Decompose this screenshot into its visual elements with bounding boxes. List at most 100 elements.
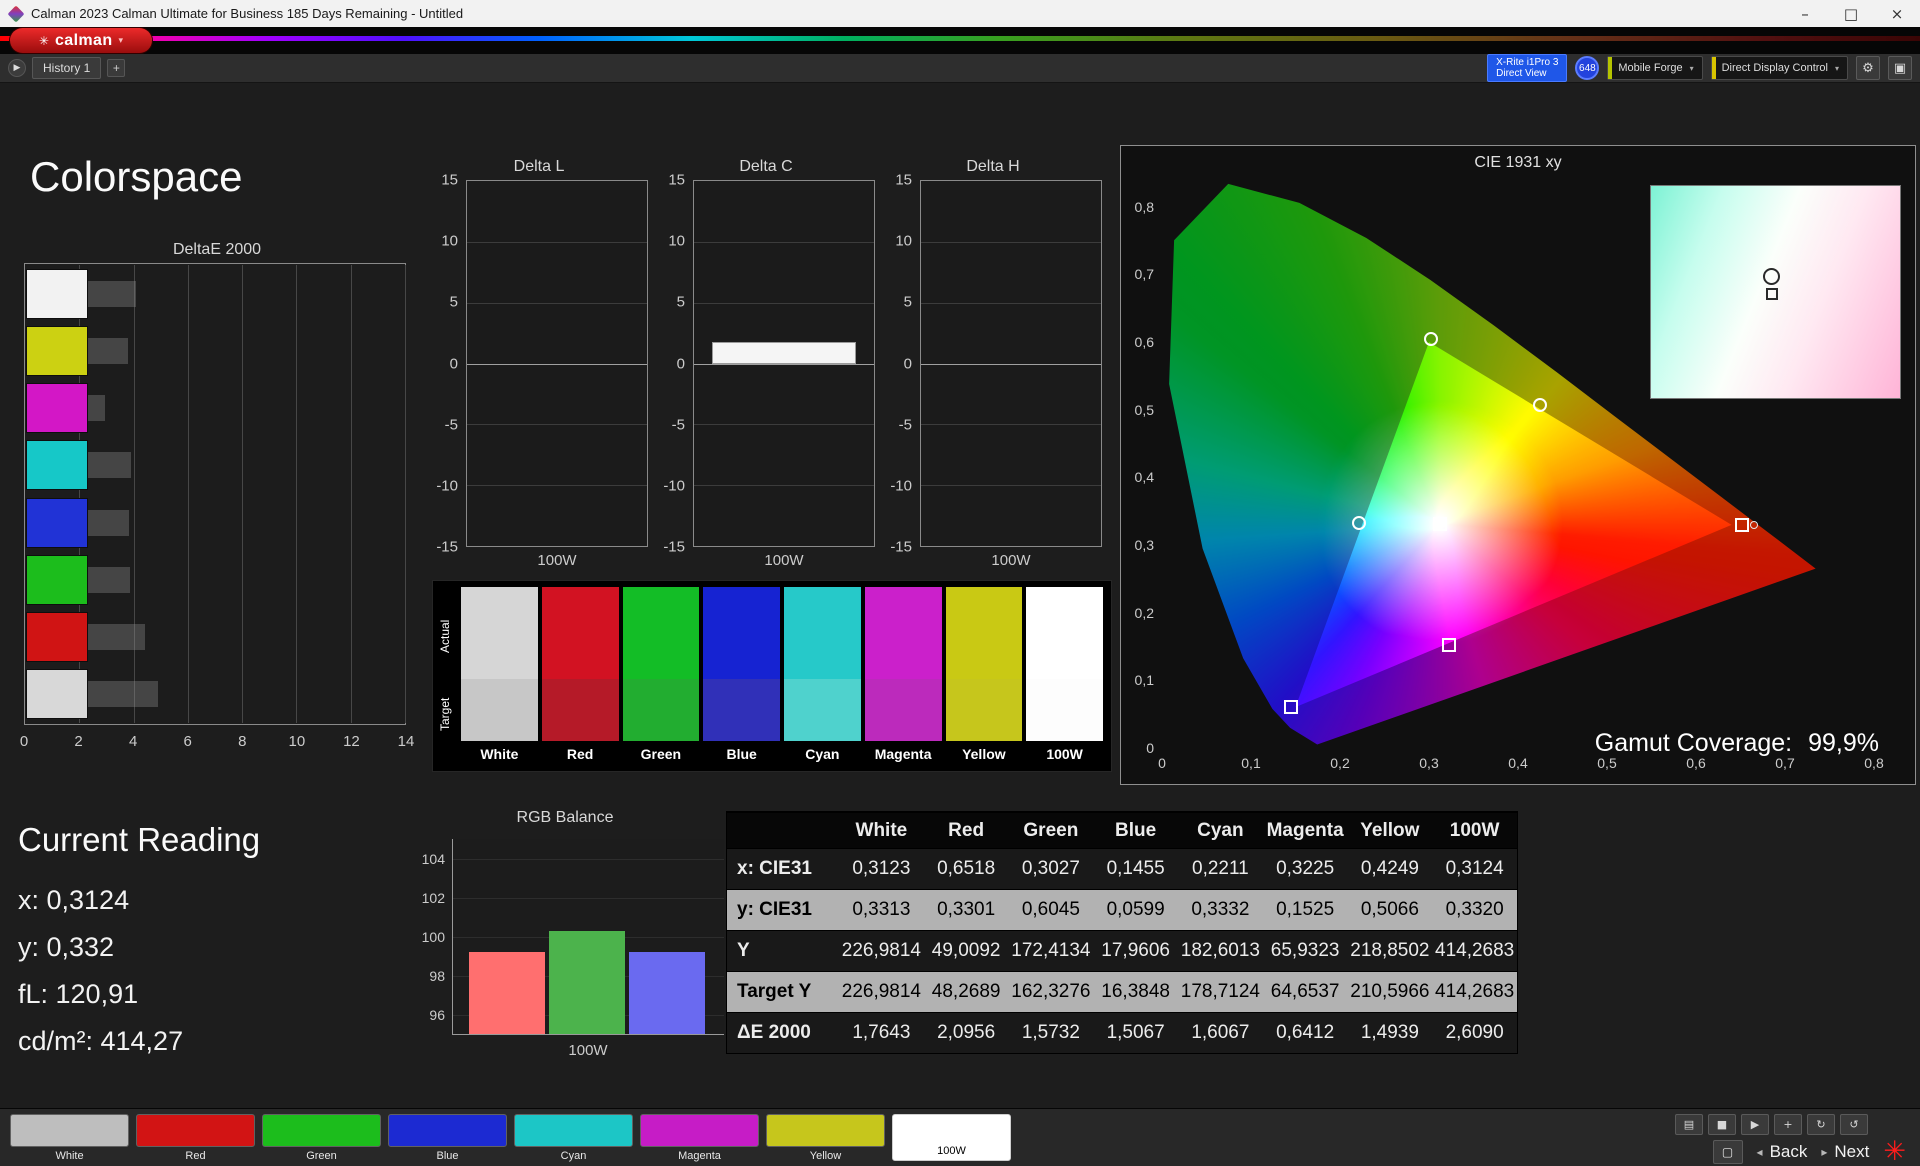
add-tab-button[interactable]: +: [107, 59, 126, 77]
deltae-bar: [88, 337, 129, 364]
axis-tick-label: 6: [183, 733, 192, 750]
meter-count-badge[interactable]: 648: [1575, 56, 1600, 80]
patch-label: Magenta: [874, 746, 932, 762]
patch-target-white: [461, 679, 538, 741]
axis-label: 100W: [991, 552, 1031, 569]
chevron-down-icon: ▾: [1834, 63, 1839, 73]
deltae-swatch-100w: [26, 669, 88, 720]
rgb-balance-chart: RGB Balance 104 102 100 98 96 100W: [400, 809, 730, 1071]
display-dropdown-label: Direct Display Control: [1721, 62, 1828, 74]
patch-button-red[interactable]: Red: [136, 1114, 255, 1162]
gamut-coverage-value: 99,9%: [1808, 729, 1879, 757]
table-cell: 0,5066: [1360, 899, 1419, 920]
patch-button-magenta[interactable]: Magenta: [640, 1114, 759, 1162]
table-row: y: CIE31 0,3313 0,3301 0,6045 0,0599 0,3332 0,…: [727, 889, 1517, 930]
patch-button-cyan[interactable]: Cyan: [514, 1114, 633, 1162]
chart-title: Delta C: [739, 158, 793, 175]
patch-button-yellow[interactable]: Yellow: [766, 1114, 885, 1162]
patch-actual-100w: [1026, 587, 1103, 679]
gamut-coverage-label: Gamut Coverage:: [1594, 729, 1793, 757]
next-button[interactable]: ▸ Next: [1821, 1142, 1869, 1162]
gridline: [694, 363, 874, 365]
patch-actual-red: [541, 587, 619, 679]
patch-button-label: Blue: [436, 1150, 459, 1162]
table-cell: 226,9814: [841, 981, 921, 1002]
pattern-window-button[interactable]: ▢: [1712, 1139, 1743, 1164]
patch-column-magenta: Magenta: [864, 587, 942, 769]
axis-tick-label: 0,4: [1134, 469, 1154, 486]
table-header-green: Green: [1023, 819, 1079, 841]
stop-icon[interactable]: ■: [1708, 1114, 1736, 1135]
table-row: x: CIE31 0,3123 0,6518 0,3027 0,1455 0,2211 0,…: [727, 848, 1517, 889]
deltae-row-yellow: [26, 322, 404, 379]
play-icon[interactable]: ▶: [1741, 1114, 1769, 1135]
gridline: [467, 241, 647, 243]
patch-column-green: Green: [622, 587, 700, 769]
axis-tick-label: -10: [663, 477, 685, 495]
axis-tick-label: 10: [895, 232, 912, 250]
tab-history-1[interactable]: History 1: [32, 57, 102, 79]
table-cell: 1,6067: [1191, 1022, 1250, 1043]
axis-tick-label: 0: [1146, 740, 1154, 756]
deltae-bar: [88, 681, 159, 708]
close-button[interactable]: ×: [1874, 0, 1920, 27]
patch-target-cyan: [784, 679, 861, 741]
table-cell: 162,3276: [1011, 981, 1091, 1002]
row-label: Target Y: [737, 981, 812, 1002]
history-expand-button[interactable]: ▶: [8, 59, 26, 77]
gridline: [921, 302, 1101, 304]
patch-button-100w[interactable]: 100W: [892, 1114, 1011, 1162]
patch-column-100w: 100W: [1026, 587, 1103, 769]
table-cell: 172,4134: [1011, 940, 1091, 961]
chart-title: Delta H: [966, 158, 1020, 175]
patch-button-green[interactable]: Green: [262, 1114, 381, 1162]
pin-icon[interactable]: +: [1774, 1114, 1802, 1135]
meter-button[interactable]: X-Rite i1Pro 3 Direct View: [1487, 54, 1568, 82]
maximize-button[interactable]: □: [1828, 0, 1874, 27]
back-button[interactable]: ◂ Back: [1757, 1142, 1808, 1162]
delta-yticks: 15 10 5 0 -5 -10 -15: [655, 172, 687, 556]
axis-tick-label: -15: [663, 538, 685, 556]
axis-tick-label: 0,2: [1134, 604, 1154, 621]
axis-tick-label: 10: [288, 733, 306, 750]
table-cell: 1,5067: [1106, 1022, 1165, 1043]
deltae-swatch-blue: [26, 497, 88, 548]
table-cell: 65,9323: [1270, 940, 1340, 961]
display-control-button[interactable]: ▣: [1888, 56, 1912, 80]
axis-label: 100W: [568, 1042, 608, 1059]
table-cell: 0,6518: [937, 858, 996, 879]
axis-tick-label: 0,7: [1134, 266, 1154, 283]
patch-button-blue[interactable]: Blue: [388, 1114, 507, 1162]
calman-app-window: Calman 2023 Calman Ultimate for Business…: [0, 0, 1920, 1166]
calman-logo-button[interactable]: ✳ calman ▾: [10, 28, 152, 53]
table-header-cyan: Cyan: [1197, 819, 1244, 841]
gridline: [467, 424, 647, 426]
patch-label: Cyan: [805, 746, 840, 762]
table-header-blue: Blue: [1115, 819, 1157, 841]
meter-name: X-Rite i1Pro 3: [1496, 57, 1559, 68]
table-cell: 16,3848: [1101, 981, 1170, 1002]
row-label: x: CIE31: [737, 858, 812, 879]
display-capture-icon[interactable]: ▤: [1675, 1114, 1703, 1135]
table-cell: 0,3313: [852, 899, 911, 920]
table-cell: 0,3320: [1445, 899, 1504, 920]
axis-tick-label: 0: [449, 355, 458, 372]
bottom-bar: White Red Green Blue Cyan Magenta Yellow 100W ▤…: [0, 1108, 1920, 1166]
display-dropdown[interactable]: Direct Display Control ▾: [1710, 56, 1848, 80]
source-dropdown[interactable]: Mobile Forge ▾: [1607, 56, 1703, 80]
meter-mode: Direct View: [1496, 68, 1547, 79]
settings-gear-button[interactable]: ⚙: [1856, 56, 1880, 80]
redo-icon[interactable]: ↻: [1807, 1114, 1835, 1135]
patch-actual-cyan: [784, 587, 861, 679]
table-cell: 0,3123: [852, 858, 911, 879]
deltae-row-magenta: [26, 380, 404, 437]
patch-button-white[interactable]: White: [10, 1114, 129, 1162]
tool-buttons-row: ▤ ■ ▶ + ↻ ↺: [1675, 1114, 1868, 1135]
undo-icon[interactable]: ↺: [1840, 1114, 1868, 1135]
autocal-asterisk-button[interactable]: ✳: [1883, 1138, 1906, 1165]
gamut-coverage: Gamut Coverage: 99,9%: [1595, 729, 1879, 758]
axis-tick-label: 0: [676, 355, 685, 372]
axis-tick-label: 0: [19, 733, 29, 750]
minimize-button[interactable]: –: [1782, 0, 1828, 27]
axis-tick-label: 0,1: [1134, 672, 1154, 689]
